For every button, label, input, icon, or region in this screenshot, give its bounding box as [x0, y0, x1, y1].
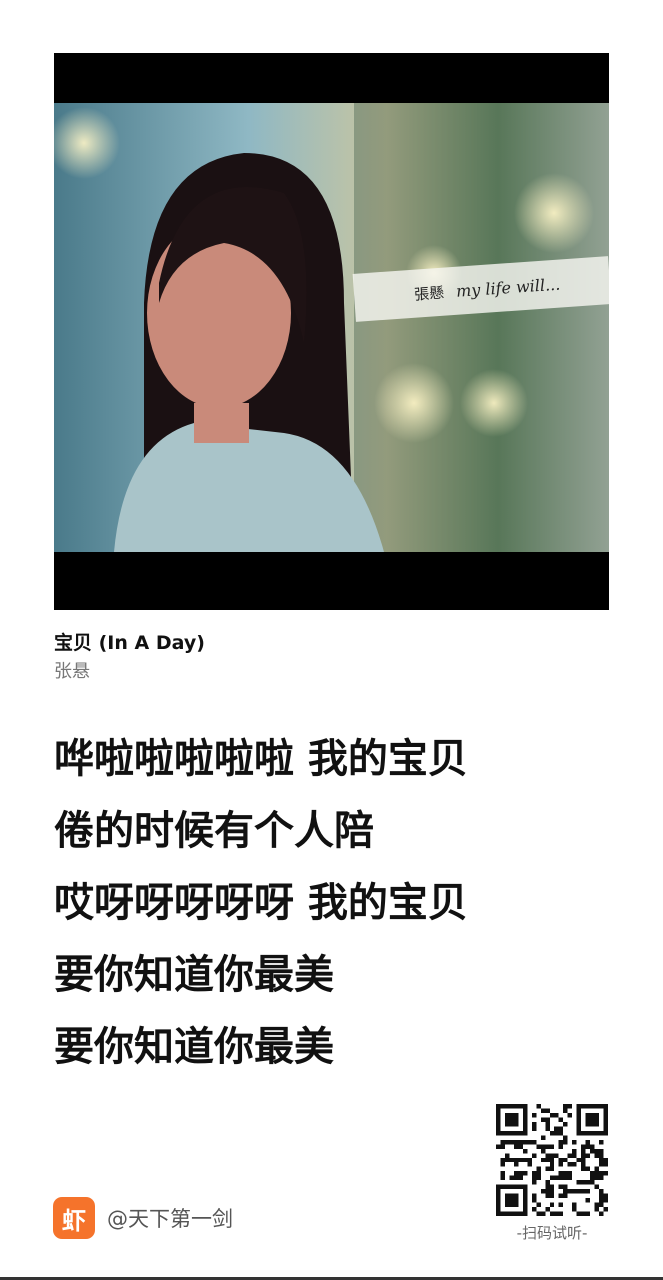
album-cover-photo [54, 103, 609, 552]
song-title: 宝贝 (In A Day) [54, 632, 205, 654]
lyric-line: 要你知道你最美 [54, 1024, 334, 1070]
qr-code-block[interactable]: -扫码试听- [496, 1104, 608, 1243]
lyric-line: 倦的时候有个人陪 [54, 808, 374, 854]
album-cover: 張懸 my life will... [54, 53, 609, 610]
lyric-line: 要你知道你最美 [54, 952, 334, 998]
user-handle: @天下第一剑 [107, 1207, 233, 1231]
lyrics-block: 哗啦啦啦啦啦 我的宝贝 倦的时候有个人陪 哎呀呀呀呀呀 我的宝贝 要你知道你最美… [54, 730, 634, 1090]
album-cover-illustration [54, 103, 609, 552]
lyric-line: 哗啦啦啦啦啦 我的宝贝 [54, 736, 468, 782]
lyric-line: 哎呀呀呀呀呀 我的宝贝 [54, 880, 468, 926]
qr-caption: -扫码试听- [516, 1224, 588, 1242]
song-artist: 张悬 [54, 661, 90, 682]
cover-tagline-text: my life will... [455, 274, 561, 301]
qr-code-icon[interactable] [496, 1104, 608, 1216]
footer-brand: 虾 @天下第一剑 [53, 1197, 233, 1239]
xiami-logo-icon: 虾 [53, 1197, 95, 1239]
cover-artist-text: 張懸 [413, 283, 445, 304]
